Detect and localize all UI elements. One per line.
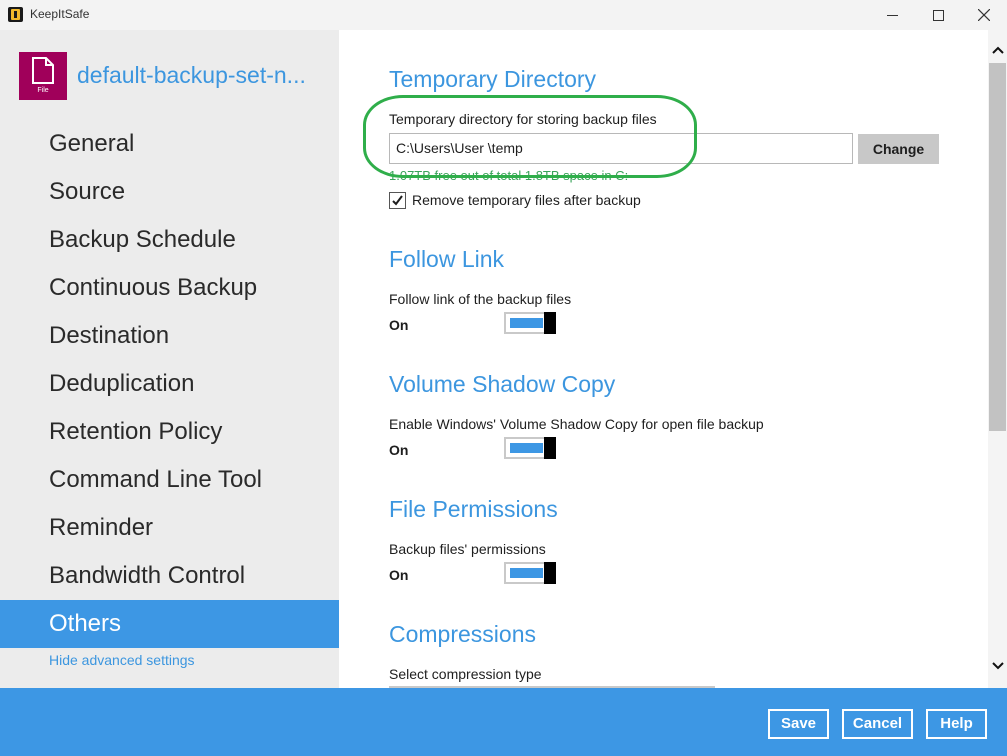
sidebar-item-others[interactable]: Others: [0, 600, 339, 648]
sidebar-item-continuous-backup[interactable]: Continuous Backup: [0, 264, 339, 312]
sidebar-item-general[interactable]: General: [0, 120, 339, 168]
help-button[interactable]: Help: [926, 709, 987, 739]
checkmark-icon: [392, 195, 403, 206]
highlight-annotation: [363, 95, 697, 178]
compressions-label: Select compression type: [389, 666, 542, 682]
follow-link-toggle[interactable]: [504, 312, 556, 334]
sidebar-item-destination[interactable]: Destination: [0, 312, 339, 360]
maximize-icon: [932, 9, 944, 21]
document-icon: [32, 57, 54, 84]
hide-advanced-settings-link[interactable]: Hide advanced settings: [49, 652, 195, 668]
sidebar-item-source[interactable]: Source: [0, 168, 339, 216]
backup-set-name: default-backup-set-n...: [77, 62, 306, 88]
sidebar-item-deduplication[interactable]: Deduplication: [0, 360, 339, 408]
file-permissions-label: Backup files' permissions: [389, 541, 546, 557]
settings-nav: General Source Backup Schedule Continuou…: [0, 120, 339, 648]
file-permissions-title: File Permissions: [389, 496, 558, 522]
vertical-scrollbar[interactable]: [988, 30, 1007, 688]
compressions-title: Compressions: [389, 621, 536, 647]
follow-link-state: On: [389, 317, 409, 333]
window-title: KeepItSafe: [30, 7, 90, 21]
minimize-icon: [886, 14, 898, 16]
vss-label: Enable Windows' Volume Shadow Copy for o…: [389, 416, 764, 432]
keepitsafe-logo-icon: [8, 7, 23, 22]
temp-dir-title: Temporary Directory: [389, 66, 597, 92]
file-permissions-state: On: [389, 567, 409, 583]
scroll-down-button[interactable]: [988, 658, 1007, 674]
sidebar-item-retention-policy[interactable]: Retention Policy: [0, 408, 339, 456]
change-button[interactable]: Change: [858, 134, 939, 164]
remove-temp-files-checkbox[interactable]: [389, 192, 406, 209]
follow-link-title: Follow Link: [389, 246, 505, 272]
follow-link-label: Follow link of the backup files: [389, 291, 572, 307]
sidebar-item-reminder[interactable]: Reminder: [0, 504, 339, 552]
chevron-down-icon: [991, 662, 1004, 670]
file-icon-label: File: [37, 87, 49, 94]
close-button[interactable]: [961, 0, 1007, 30]
vss-state: On: [389, 442, 409, 458]
sidebar: File default-backup-set-n... General Sou…: [0, 30, 339, 688]
chevron-up-icon: [991, 46, 1004, 54]
vss-toggle[interactable]: [504, 437, 556, 459]
close-icon: [978, 9, 990, 21]
scroll-thumb[interactable]: [989, 63, 1006, 431]
remove-temp-files-label: Remove temporary files after backup: [412, 192, 641, 208]
cancel-button[interactable]: Cancel: [842, 709, 913, 739]
minimize-button[interactable]: [869, 0, 915, 30]
save-button[interactable]: Save: [768, 709, 829, 739]
scroll-up-button[interactable]: [988, 42, 1007, 58]
file-backup-icon: File: [19, 52, 67, 100]
maximize-button[interactable]: [915, 0, 961, 30]
vss-title: Volume Shadow Copy: [389, 371, 616, 397]
footer-bar: Save Cancel Help: [0, 688, 1007, 756]
settings-panel: Temporary Directory Temporary directory …: [339, 30, 988, 688]
sidebar-item-bandwidth-control[interactable]: Bandwidth Control: [0, 552, 339, 600]
file-permissions-toggle[interactable]: [504, 562, 556, 584]
sidebar-item-backup-schedule[interactable]: Backup Schedule: [0, 216, 339, 264]
title-bar: KeepItSafe: [0, 0, 1007, 30]
sidebar-item-command-line-tool[interactable]: Command Line Tool: [0, 456, 339, 504]
